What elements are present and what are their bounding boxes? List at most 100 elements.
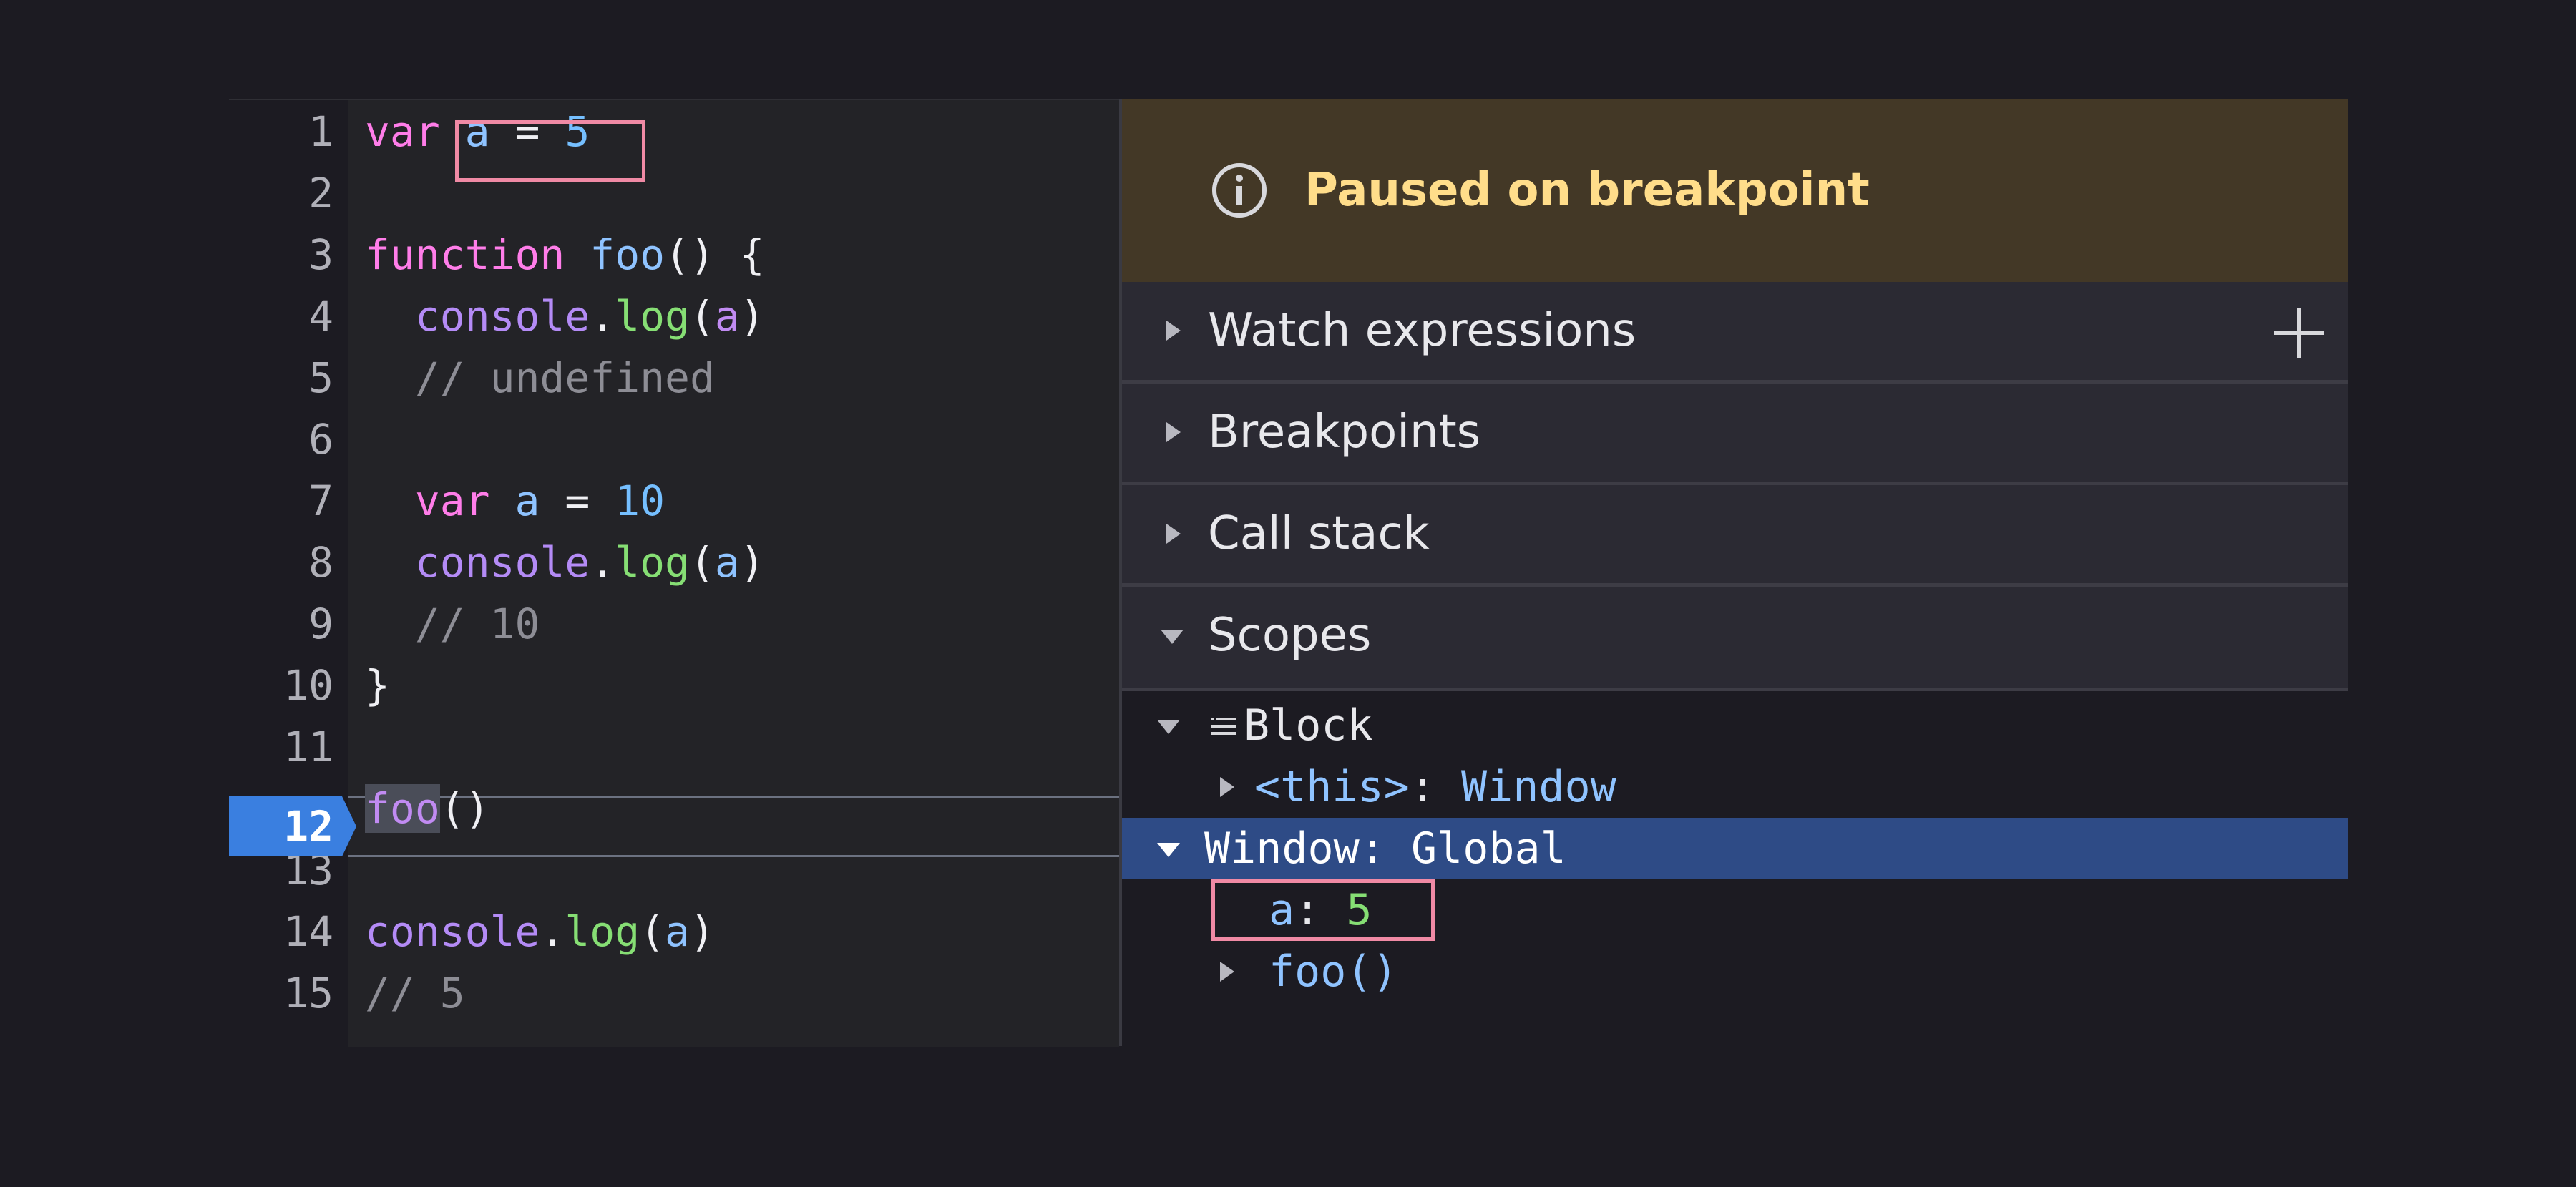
code-token: () { bbox=[665, 230, 765, 279]
code-token: ( bbox=[689, 538, 715, 587]
code-token: log bbox=[615, 538, 690, 587]
code-text: // 5 bbox=[365, 962, 465, 1024]
code-text: var a = 10 bbox=[365, 470, 665, 532]
code-token: foo bbox=[365, 784, 440, 833]
scopes-label: Scopes bbox=[1208, 609, 1372, 662]
chevron-down-icon bbox=[1157, 843, 1180, 857]
scope-this-key: <this> bbox=[1254, 762, 1410, 812]
paused-message: Paused on breakpoint bbox=[1304, 164, 1870, 217]
code-token: ) bbox=[739, 538, 765, 587]
code-line[interactable]: 11 bbox=[229, 716, 1119, 778]
call-stack-header[interactable]: Call stack bbox=[1122, 485, 2348, 587]
line-number[interactable]: 9 bbox=[229, 593, 333, 655]
line-number[interactable]: 7 bbox=[229, 470, 333, 532]
block-icon bbox=[1211, 718, 1236, 735]
paused-banner: Paused on breakpoint bbox=[1122, 99, 2348, 282]
code-text: // 10 bbox=[365, 593, 540, 655]
code-token: // 5 bbox=[365, 969, 465, 1017]
line-number[interactable]: 5 bbox=[229, 347, 333, 409]
chevron-down-icon bbox=[1157, 720, 1180, 734]
code-token: ) bbox=[739, 292, 765, 341]
code-token: . bbox=[590, 538, 615, 587]
scope-this-separator: : bbox=[1409, 762, 1461, 812]
scopes-header[interactable]: Scopes bbox=[1122, 587, 2348, 691]
scope-window-label: Window: Global bbox=[1204, 824, 1566, 874]
code-token: ( bbox=[640, 907, 665, 956]
breakpoints-header[interactable]: Breakpoints bbox=[1122, 384, 2348, 485]
breakpoint-line-number: 12 bbox=[283, 802, 333, 851]
line-number[interactable]: 1 bbox=[229, 101, 333, 162]
code-line[interactable]: 15 // 5 bbox=[229, 962, 1119, 1024]
code-line[interactable]: 3 function foo() { bbox=[229, 224, 1119, 285]
debugger-sidebar: Paused on breakpoint Watch expressions B… bbox=[1119, 99, 2348, 1046]
debugger-window: 1 var a = 5 2 3 function foo() {4 console.lo… bbox=[229, 99, 2348, 1047]
line-number[interactable]: 4 bbox=[229, 285, 333, 347]
code-token: console bbox=[414, 538, 590, 587]
line-number[interactable]: 6 bbox=[229, 409, 333, 470]
code-line[interactable]: 10} bbox=[229, 655, 1119, 716]
code-token: function bbox=[365, 230, 565, 279]
annotation-box-scope-a bbox=[1211, 879, 1435, 941]
chevron-right-icon bbox=[1220, 777, 1234, 797]
code-token: foo bbox=[590, 230, 665, 279]
scope-block-label: Block bbox=[1244, 700, 1373, 751]
code-token: console bbox=[365, 907, 540, 956]
code-line[interactable]: foo() bbox=[229, 778, 1119, 839]
line-number[interactable]: 14 bbox=[229, 901, 333, 962]
scope-this-row[interactable]: <this>: Window bbox=[1122, 756, 2348, 818]
scopes-tree: Block <this>: Window Window: Global a: 5 bbox=[1122, 691, 2348, 1046]
line-number[interactable]: 11 bbox=[229, 716, 333, 778]
chevron-right-icon bbox=[1166, 422, 1181, 442]
scope-this-value: Window bbox=[1461, 762, 1616, 812]
annotation-box-var-a bbox=[455, 120, 645, 182]
code-token: // 10 bbox=[365, 600, 540, 648]
scope-window-global-row[interactable]: Window: Global bbox=[1122, 818, 2348, 879]
line-number[interactable]: 10 bbox=[229, 655, 333, 716]
code-text: function foo() { bbox=[365, 224, 765, 285]
code-line[interactable]: 14 console.log(a) bbox=[229, 901, 1119, 962]
code-token: () bbox=[439, 784, 490, 833]
code-line[interactable]: 6 bbox=[229, 409, 1119, 470]
code-token: a bbox=[714, 292, 740, 341]
code-line[interactable]: 4 console.log(a) bbox=[229, 285, 1119, 347]
code-token: console bbox=[414, 292, 590, 341]
code-text: console.log(a) bbox=[365, 901, 715, 962]
source-editor[interactable]: 1 var a = 5 2 3 function foo() {4 console.lo… bbox=[229, 99, 1119, 1047]
watch-expressions-label: Watch expressions bbox=[1208, 304, 1636, 357]
code-line[interactable]: 9 // 10 bbox=[229, 593, 1119, 655]
code-line[interactable]: 8 console.log(a) bbox=[229, 532, 1119, 593]
scope-block-row[interactable]: Block bbox=[1122, 695, 2348, 756]
code-token: var bbox=[414, 477, 490, 525]
scope-var-a-row[interactable]: a: 5 bbox=[1122, 879, 2348, 941]
code-line[interactable]: 13 bbox=[229, 839, 1119, 901]
chevron-right-icon bbox=[1166, 321, 1181, 341]
code-token: } bbox=[365, 661, 390, 710]
line-number[interactable]: 3 bbox=[229, 224, 333, 285]
chevron-right-icon bbox=[1166, 524, 1181, 544]
code-token: log bbox=[565, 907, 640, 956]
code-token: 10 bbox=[615, 477, 665, 525]
code-text: console.log(a) bbox=[365, 532, 765, 593]
watch-expressions-header[interactable]: Watch expressions bbox=[1122, 282, 2348, 384]
code-text: foo() bbox=[365, 778, 490, 839]
code-line[interactable]: 7 var a = 10 bbox=[229, 470, 1119, 532]
call-stack-label: Call stack bbox=[1208, 507, 1430, 560]
line-number[interactable]: 15 bbox=[229, 962, 333, 1024]
code-token: . bbox=[590, 292, 615, 341]
code-token: a bbox=[714, 538, 740, 587]
add-watch-expression-icon[interactable] bbox=[2274, 308, 2324, 358]
scope-foo-label: foo() bbox=[1269, 947, 1398, 997]
code-token: . bbox=[540, 907, 565, 956]
code-line[interactable]: 1 var a = 5 bbox=[229, 101, 1119, 162]
scope-foo-row[interactable]: foo() bbox=[1122, 941, 2348, 1002]
code-token: a bbox=[665, 907, 690, 956]
line-number[interactable]: 8 bbox=[229, 532, 333, 593]
code-token: ) bbox=[689, 907, 715, 956]
code-token: // undefined bbox=[365, 353, 715, 402]
code-line[interactable]: 5 // undefined bbox=[229, 347, 1119, 409]
line-number[interactable]: 2 bbox=[229, 162, 333, 224]
code-line[interactable]: 2 bbox=[229, 162, 1119, 224]
